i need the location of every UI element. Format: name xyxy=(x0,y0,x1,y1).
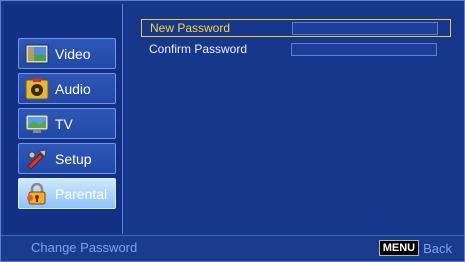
parental-lock-icon xyxy=(25,182,49,205)
sidebar-item-label: Video xyxy=(55,45,91,62)
status-bar: Change Password MENU Back xyxy=(1,235,464,261)
back-label: Back xyxy=(423,240,452,256)
audio-icon xyxy=(25,77,49,100)
confirm-password-label: Confirm Password xyxy=(149,42,248,56)
sidebar-item-label: Audio xyxy=(55,80,91,97)
confirm-password-row[interactable]: Confirm Password xyxy=(141,40,451,58)
sidebar-menu: Video Audio TV Setup Parental xyxy=(4,4,123,234)
menu-key-icon: MENU xyxy=(378,240,420,256)
parental-settings-screen: Video Audio TV Setup Parental New Passwo… xyxy=(0,0,465,262)
status-text: Change Password xyxy=(31,240,138,255)
confirm-password-field[interactable] xyxy=(291,42,437,56)
setup-icon xyxy=(25,148,49,170)
sidebar-item-label: Parental xyxy=(55,185,108,202)
sidebar-item-label: TV xyxy=(55,115,73,132)
new-password-label: New Password xyxy=(150,21,231,35)
menu-back-hint[interactable]: MENU Back xyxy=(378,240,452,256)
sidebar-item-setup[interactable]: Setup xyxy=(18,143,116,174)
new-password-field[interactable] xyxy=(292,21,438,35)
sidebar-item-parental[interactable]: Parental xyxy=(18,178,116,209)
tv-icon xyxy=(25,113,49,135)
password-form: New Password Confirm Password xyxy=(129,4,463,234)
sidebar-item-video[interactable]: Video xyxy=(18,38,116,69)
video-icon xyxy=(25,43,49,65)
sidebar-item-tv[interactable]: TV xyxy=(18,108,116,139)
sidebar-item-label: Setup xyxy=(55,150,92,167)
new-password-row[interactable]: New Password xyxy=(141,19,451,37)
sidebar-item-audio[interactable]: Audio xyxy=(18,73,116,104)
